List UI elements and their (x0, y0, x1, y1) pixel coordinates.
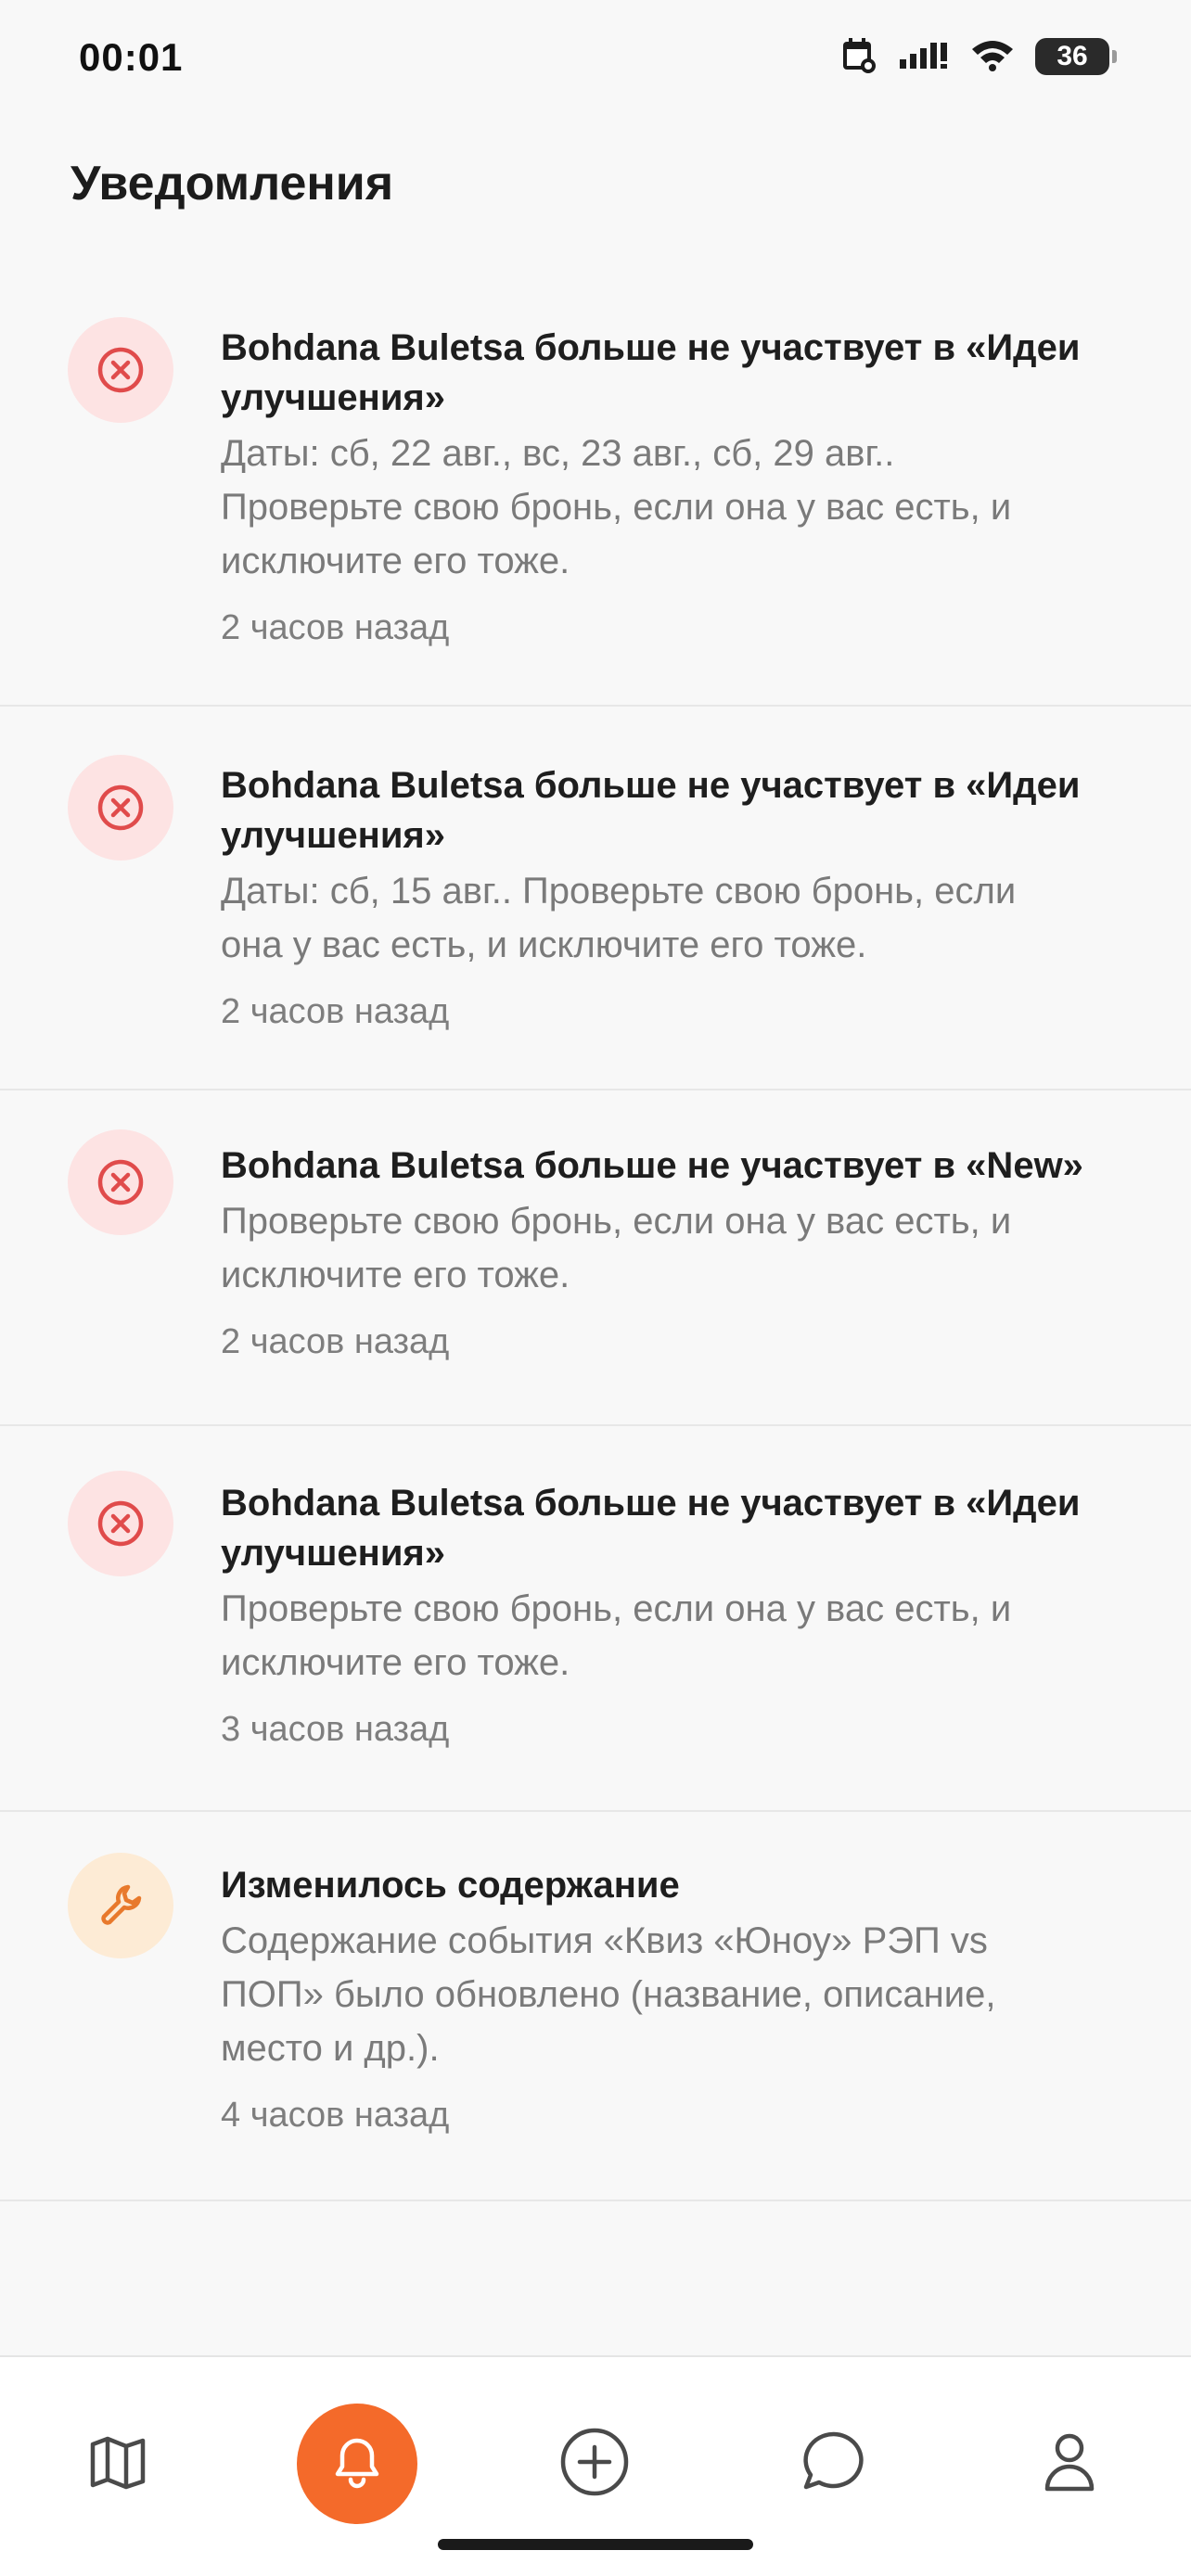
status-time: 00:01 (79, 35, 184, 79)
notification-body: Даты: сб, 22 авг., вс, 23 авг., сб, 29 а… (221, 433, 1012, 581)
notification-item[interactable]: Bohdana Buletsa больше не участвует в «N… (0, 1090, 1191, 1426)
status-icons: 36 (840, 35, 1117, 78)
bell-icon (328, 2433, 386, 2495)
cancel-icon (68, 1471, 173, 1576)
notification-title: Bohdana Buletsa больше не участвует в «И… (221, 765, 1081, 856)
cancel-icon (68, 1129, 173, 1235)
home-indicator[interactable] (438, 2539, 753, 2550)
nav-chat[interactable] (774, 2404, 894, 2524)
notification-title: Bohdana Buletsa больше не участвует в «N… (221, 1145, 1083, 1186)
cancel-icon (68, 755, 173, 861)
notification-body: Содержание события «Квиз «Юноу» РЭП vs П… (221, 1920, 996, 2069)
map-icon (85, 2429, 150, 2499)
nav-profile[interactable] (1009, 2404, 1130, 2524)
cancel-icon (68, 317, 173, 423)
notification-item[interactable]: Изменилось содержание Содержание события… (0, 1812, 1191, 2201)
notification-title: Изменилось содержание (221, 1865, 680, 1906)
notifications-list: Bohdana Buletsa больше не участвует в «И… (0, 278, 1191, 2201)
notification-body: Даты: сб, 15 авг.. Проверьте свою бронь,… (221, 871, 1017, 965)
page-title: Уведомления (70, 157, 394, 210)
wifi-icon (970, 38, 1015, 76)
nav-notifications[interactable] (297, 2404, 417, 2524)
calendar-notification-icon (840, 36, 877, 78)
notification-item[interactable]: Bohdana Buletsa больше не участвует в «И… (0, 707, 1191, 1090)
notification-body: Проверьте свою бронь, если она у вас ест… (221, 1201, 1012, 1295)
notification-item[interactable]: Bohdana Buletsa больше не участвует в «И… (0, 278, 1191, 707)
notification-time: 2 часов назад (221, 992, 450, 1031)
status-bar: 00:01 36 (0, 0, 1191, 121)
nav-map[interactable] (58, 2404, 178, 2524)
notification-title: Bohdana Buletsa больше не участвует в «И… (221, 327, 1081, 418)
notification-time: 2 часов назад (221, 608, 450, 647)
profile-icon (1039, 2429, 1100, 2499)
notification-time: 3 часов назад (221, 1710, 450, 1749)
add-icon (557, 2425, 632, 2504)
signal-icon (898, 39, 950, 75)
wrench-icon (68, 1853, 173, 1958)
notification-item[interactable]: Bohdana Buletsa больше не участвует в «И… (0, 1426, 1191, 1812)
chat-icon (799, 2427, 869, 2502)
notification-time: 2 часов назад (221, 1322, 450, 1361)
battery-indicator: 36 (1035, 38, 1117, 75)
notification-title: Bohdana Buletsa больше не участвует в «И… (221, 1483, 1081, 1574)
notification-body: Проверьте свою бронь, если она у вас ест… (221, 1588, 1012, 1683)
notification-time: 4 часов назад (221, 2096, 450, 2135)
nav-create[interactable] (534, 2404, 655, 2524)
